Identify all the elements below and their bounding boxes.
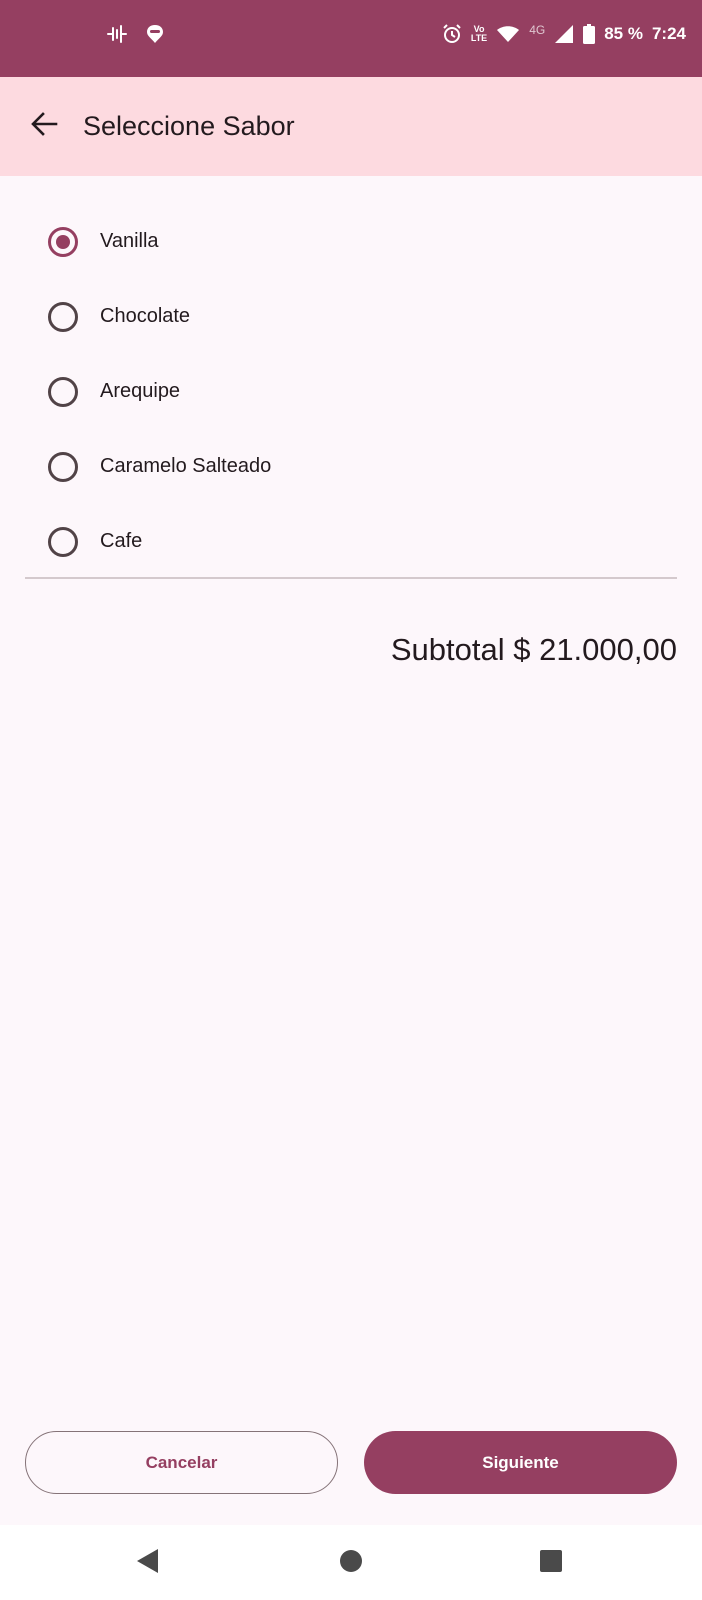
- volte-bottom-label: LTE: [470, 33, 488, 43]
- radio-checked-icon[interactable]: [48, 226, 78, 257]
- back-triangle-icon: [136, 1548, 160, 1579]
- flavor-option-caramelo-salteado[interactable]: Caramelo Salteado: [0, 429, 702, 504]
- flavor-label: Chocolate: [100, 305, 191, 327]
- nav-home-button[interactable]: [335, 1547, 367, 1579]
- notification-icon: [146, 24, 164, 44]
- status-right-icons: Vo LTE 4G 85 % 7:24: [442, 23, 686, 44]
- battery-icon: [583, 24, 596, 44]
- volte-icon: Vo LTE: [471, 25, 487, 43]
- wifi-icon: [496, 25, 520, 43]
- arrow-back-icon: [30, 110, 58, 143]
- cancel-button[interactable]: Cancelar: [25, 1431, 338, 1494]
- flavor-label: Arequipe: [100, 380, 181, 402]
- app-bar: Seleccione Sabor: [0, 77, 702, 176]
- divider: [25, 577, 677, 579]
- back-button[interactable]: [20, 103, 68, 151]
- radio-unchecked-icon[interactable]: [48, 376, 78, 407]
- flavor-option-vanilla[interactable]: Vanilla: [0, 204, 702, 279]
- flavor-label: Vanilla: [100, 230, 159, 252]
- radio-unchecked-icon[interactable]: [48, 451, 78, 482]
- next-button[interactable]: Siguiente: [364, 1431, 677, 1494]
- waveform-icon: [106, 25, 128, 43]
- recents-square-icon: [539, 1549, 563, 1578]
- clock: 7:24: [651, 24, 686, 43]
- system-nav-bar: [0, 1525, 702, 1600]
- flavor-label: Caramelo Salteado: [100, 455, 272, 477]
- flavor-option-cafe[interactable]: Cafe: [0, 504, 702, 579]
- page-title: Seleccione Sabor: [83, 111, 295, 141]
- signal-icon: [554, 24, 574, 44]
- network-type: 4G: [529, 23, 546, 37]
- radio-unchecked-icon[interactable]: [48, 526, 78, 557]
- flavor-option-arequipe[interactable]: Arequipe: [0, 354, 702, 429]
- status-left-icons: [106, 24, 164, 44]
- home-circle-icon: [339, 1549, 363, 1578]
- nav-back-button[interactable]: [132, 1547, 164, 1579]
- nav-recents-button[interactable]: [535, 1547, 567, 1579]
- flavor-radio-group: Vanilla Chocolate Arequipe Caramelo Salt…: [0, 204, 702, 579]
- radio-unchecked-icon[interactable]: [48, 301, 78, 332]
- alarm-icon: [442, 24, 462, 44]
- status-bar: Vo LTE 4G 85 % 7:24: [0, 0, 702, 77]
- subtotal-text: Subtotal $ 21.000,00: [390, 632, 677, 667]
- flavor-label: Cafe: [100, 530, 143, 552]
- battery-percent: 85 %: [604, 24, 643, 43]
- flavor-option-chocolate[interactable]: Chocolate: [0, 279, 702, 354]
